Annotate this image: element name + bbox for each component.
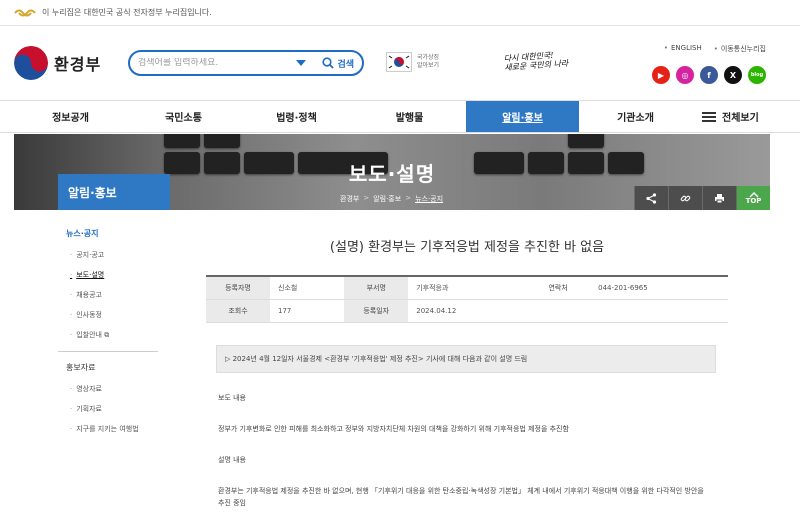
table-row: 조회수 177 등록일자 2024.04.12 [206, 299, 728, 323]
section-heading: 설명 내용 [218, 455, 246, 464]
government-slogan: 다시 대한민국! 새로운 국민의 나라 [503, 50, 569, 73]
article-body: 보도 내용 정부가 기후변화로 인한 피해를 최소화하고 정부와 지방자치단체 … [218, 392, 728, 509]
sidebar-item-personnel[interactable]: 인사동정 [58, 305, 170, 325]
meta-label: 등록자명 [206, 276, 270, 300]
all-menu-label: 전체보기 [722, 113, 759, 124]
keyboard-key-decoration [204, 134, 240, 148]
breadcrumb-current[interactable]: 뉴스·공지 [415, 194, 443, 204]
sidebar-menu: 뉴스·공지 공지·공고 보도·설명 채용공고 인사동정 입찰안내 ⧉ 홍보자료 … [58, 222, 170, 439]
breadcrumb-home[interactable]: 환경부 [340, 194, 359, 204]
meta-label: 연락처 [526, 276, 591, 300]
sidebar-category-promo[interactable]: 홍보자료 [58, 356, 170, 379]
nav-about[interactable]: 기관소개 [579, 101, 692, 132]
blog-icon[interactable]: blog [748, 66, 766, 84]
search-button-label: 검색 [337, 59, 354, 70]
site-header: 환경부 검색 국가상징 알아보기 다시 대한민국! 새로운 국민의 나라 ENG… [0, 26, 800, 100]
sidebar-item-press-release[interactable]: 보도·설명 [58, 265, 170, 285]
scroll-top-label: TOP [745, 196, 762, 205]
korean-flag-icon [386, 52, 412, 72]
hamburger-icon [702, 111, 716, 122]
article-meta-table: 등록자명 신소철 부서명 기후적응과 연락처 044-201-6965 조회수 … [206, 275, 728, 323]
meta-empty [526, 299, 591, 323]
nav-communication[interactable]: 국민소통 [127, 101, 240, 132]
article-content: (설명) 환경부는 기후적응법 제정을 추진한 바 없음 등록자명 신소철 부서… [206, 222, 728, 509]
scroll-top-button[interactable]: TOP [736, 186, 770, 210]
sidebar-category-news[interactable]: 뉴스·공지 [58, 222, 170, 245]
youtube-icon[interactable]: ▶ [652, 66, 670, 84]
sidebar-title: 알림·홍보 [58, 174, 170, 210]
meta-value: 신소철 [270, 276, 345, 300]
breadcrumb-separator: > [363, 194, 370, 202]
breadcrumb-section[interactable]: 알림·홍보 [373, 194, 401, 204]
all-menu-button[interactable]: 전체보기 [702, 101, 759, 132]
section-text: 환경부는 기후적응법 제정을 추진한 바 없으며, 현행 「기후위기 대응을 위… [218, 486, 704, 507]
copy-link-button[interactable] [668, 186, 702, 210]
meta-label: 부서명 [344, 276, 409, 300]
meta-value: 기후적응과 [408, 276, 527, 300]
print-icon [715, 193, 724, 203]
instagram-icon[interactable]: ◎ [676, 66, 694, 84]
page-tools: TOP [634, 186, 770, 210]
gov-banner: 이 누리집은 대한민국 공식 전자정부 누리집입니다. [0, 0, 800, 26]
meta-value: 2024.04.12 [408, 299, 527, 323]
search-dropdown-arrow-icon[interactable] [296, 60, 307, 66]
national-symbol-text: 국가상징 알아보기 [417, 54, 440, 69]
main-navigation: 정보공개 국민소통 법령·정책 발행물 알림·홍보 기관소개 전체보기 [0, 100, 800, 133]
x-icon[interactable]: X [724, 66, 742, 84]
table-row: 등록자명 신소철 부서명 기후적응과 연락처 044-201-6965 [206, 276, 728, 300]
sidebar-item-planning[interactable]: 기획자료 [58, 399, 170, 419]
section-heading: 보도 내용 [218, 393, 246, 402]
site-logo[interactable]: 환경부 [14, 46, 101, 80]
nav-laws-policy[interactable]: 법령·정책 [240, 101, 353, 132]
sidebar-item-eco-travel[interactable]: 지구를 지키는 여행법 [58, 419, 170, 439]
search-input[interactable] [138, 58, 291, 68]
search-button[interactable]: 검색 [322, 57, 354, 70]
meta-value: 177 [270, 299, 345, 323]
social-links: ▶ ◎ f X blog [652, 66, 766, 84]
notice-box: ▷ 2024년 4월 12일자 서울경제 <환경부 '기후적응법' 제정 추진>… [216, 344, 716, 373]
section-text: 정부가 기후변화로 인한 피해를 최소화하고 정부와 지방자치단체 차원의 대책… [218, 424, 569, 433]
share-icon [646, 192, 657, 204]
sidebar-item-recruitment[interactable]: 채용공고 [58, 285, 170, 305]
breadcrumb-separator: > [405, 194, 412, 202]
search-bar: 검색 [128, 50, 364, 76]
gov-mark-icon [14, 8, 36, 18]
meta-empty [590, 299, 728, 323]
facebook-icon[interactable]: f [700, 66, 718, 84]
national-symbol-link[interactable]: 국가상징 알아보기 [386, 52, 439, 72]
link-icon [680, 195, 691, 201]
sidebar-item-videos[interactable]: 영상자료 [58, 379, 170, 399]
meta-label: 등록일자 [344, 299, 409, 323]
gov-banner-text: 이 누리집은 대한민국 공식 전자정부 누리집입니다. [42, 8, 212, 17]
breadcrumb: 환경부 > 알림·홍보 > 뉴스·공지 [340, 194, 443, 204]
meta-label: 조회수 [206, 299, 270, 323]
utility-links: ENGLISH 이동통신누리집 [664, 44, 766, 54]
keyboard-key-decoration [164, 134, 200, 148]
share-button[interactable] [634, 186, 668, 210]
sidebar-divider [58, 351, 158, 352]
nav-news-promotion[interactable]: 알림·홍보 [466, 101, 579, 132]
english-link[interactable]: ENGLISH [664, 44, 702, 54]
nav-publications[interactable]: 발행물 [353, 101, 466, 132]
meta-value: 044-201-6965 [590, 276, 728, 300]
article-title: (설명) 환경부는 기후적응법 제정을 추진한 바 없음 [329, 240, 605, 255]
mobile-site-link[interactable]: 이동통신누리집 [714, 44, 766, 54]
external-link-icon: ⧉ [104, 331, 110, 339]
taegeuk-logo-icon [14, 46, 48, 80]
site-logo-text: 환경부 [54, 55, 102, 74]
sidebar-item-bidding[interactable]: 입찰안내 ⧉ [58, 325, 170, 345]
nav-info-disclosure[interactable]: 정보공개 [14, 101, 127, 132]
keyboard-key-decoration [568, 134, 604, 148]
print-button[interactable] [702, 186, 736, 210]
search-icon [322, 57, 335, 69]
sidebar-item-notices[interactable]: 공지·공고 [58, 245, 170, 265]
